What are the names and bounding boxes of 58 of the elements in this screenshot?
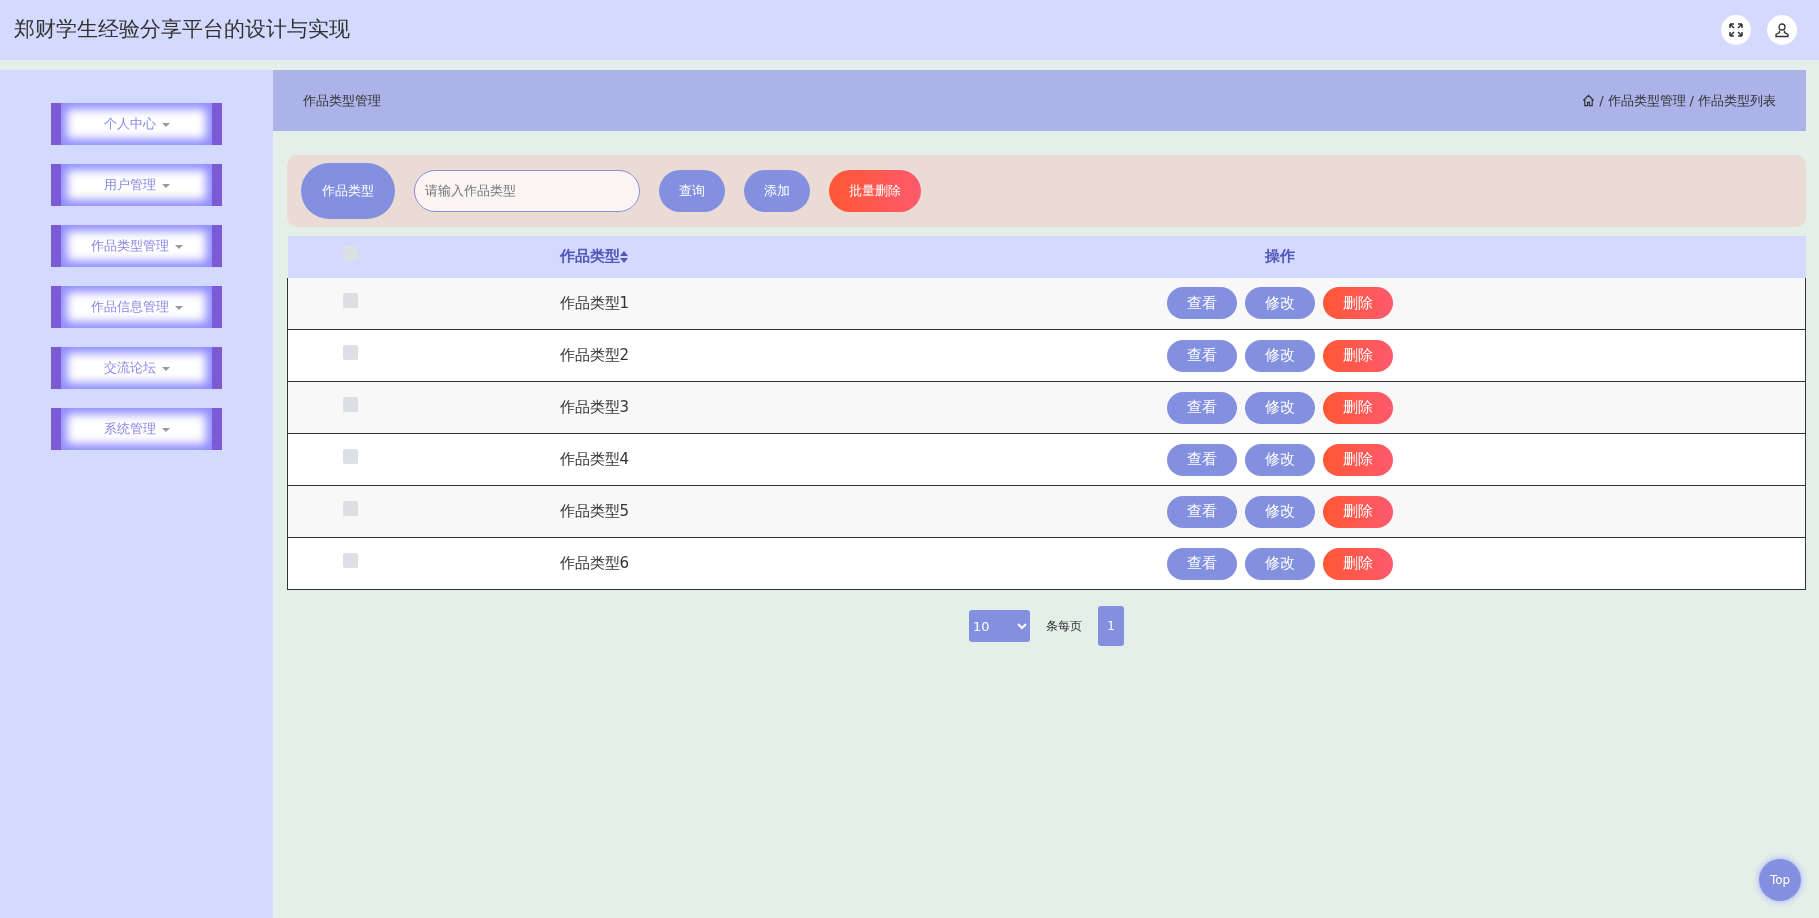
row-action-button[interactable]: 修改 bbox=[1244, 391, 1315, 424]
sidebar-item[interactable]: 系统管理 bbox=[51, 408, 222, 450]
action-button[interactable]: 添加 bbox=[744, 169, 810, 212]
sidebar-item[interactable]: 作品信息管理 bbox=[51, 286, 222, 328]
checkbox[interactable] bbox=[343, 246, 358, 262]
row-action-button[interactable]: 查看 bbox=[1166, 391, 1237, 424]
delete-button[interactable]: 删除 bbox=[1322, 339, 1393, 372]
sort-icon[interactable] bbox=[619, 250, 628, 263]
delete-button[interactable]: 删除 bbox=[1322, 391, 1393, 424]
column-header[interactable]: 作品类型 bbox=[559, 245, 620, 268]
row-action-button[interactable]: 查看 bbox=[1166, 443, 1237, 476]
row-action-button[interactable]: 查看 bbox=[1166, 547, 1237, 580]
row-action-button[interactable]: 修改 bbox=[1244, 495, 1315, 528]
user-icon[interactable] bbox=[1767, 15, 1797, 45]
delete-button[interactable]: 删除 bbox=[1322, 443, 1393, 476]
breadcrumb-item: 作品类型列表 bbox=[1698, 91, 1776, 110]
delete-button[interactable]: 删除 bbox=[1322, 547, 1393, 580]
row-action-button[interactable]: 修改 bbox=[1244, 443, 1315, 476]
row-action-button[interactable]: 修改 bbox=[1244, 547, 1315, 580]
breadcrumb-separator: / bbox=[1689, 91, 1694, 110]
app-title: 郑财学生经验分享平台的设计与实现 bbox=[14, 16, 350, 44]
search-field[interactable]: 请输入作品类型 bbox=[414, 169, 640, 212]
breadcrumb-item[interactable]: 作品类型管理 bbox=[1607, 90, 1686, 111]
page-size-select[interactable]: 10 bbox=[969, 610, 1030, 642]
row-action-button[interactable]: 查看 bbox=[1166, 339, 1237, 372]
checkbox[interactable] bbox=[343, 397, 359, 413]
sidebar-item[interactable]: 个人中心 bbox=[51, 103, 222, 145]
table-cell: 作品类型3 bbox=[559, 398, 630, 417]
action-button[interactable]: 查询 bbox=[659, 169, 725, 212]
row-action-button[interactable]: 修改 bbox=[1244, 339, 1315, 372]
table-cell: 作品类型5 bbox=[559, 502, 630, 521]
table-cell: 作品类型2 bbox=[559, 346, 630, 365]
page-button[interactable]: 1 bbox=[1098, 606, 1124, 646]
field-label: 作品类型 bbox=[301, 163, 395, 219]
per-page-label: 条每页 bbox=[1046, 618, 1082, 635]
delete-button[interactable]: 删除 bbox=[1322, 495, 1393, 528]
breadcrumb-separator: / bbox=[1599, 91, 1604, 110]
checkbox[interactable] bbox=[343, 501, 359, 517]
table-cell: 作品类型6 bbox=[559, 554, 630, 573]
checkbox[interactable] bbox=[343, 293, 359, 308]
fullscreen-icon[interactable] bbox=[1721, 15, 1751, 45]
row-action-button[interactable]: 查看 bbox=[1166, 495, 1237, 528]
row-action-button[interactable]: 修改 bbox=[1244, 287, 1315, 320]
delete-button[interactable]: 删除 bbox=[1322, 287, 1393, 320]
home-icon[interactable] bbox=[1582, 94, 1596, 107]
delete-button[interactable]: 批量删除 bbox=[829, 169, 921, 212]
table-cell: 作品类型1 bbox=[559, 294, 630, 312]
column-header: 操作 bbox=[1265, 247, 1295, 266]
checkbox[interactable] bbox=[343, 345, 359, 361]
table-cell: 作品类型4 bbox=[559, 450, 630, 469]
checkbox[interactable] bbox=[343, 553, 359, 569]
sidebar-item[interactable]: 交流论坛 bbox=[51, 347, 222, 389]
back-to-top-button[interactable]: Top bbox=[1759, 859, 1801, 901]
checkbox[interactable] bbox=[343, 449, 359, 465]
sidebar-item[interactable]: 用户管理 bbox=[51, 164, 222, 206]
sidebar-item[interactable]: 作品类型管理 bbox=[51, 225, 222, 267]
page-title: 作品类型管理 bbox=[303, 91, 381, 110]
row-action-button[interactable]: 查看 bbox=[1166, 287, 1237, 320]
